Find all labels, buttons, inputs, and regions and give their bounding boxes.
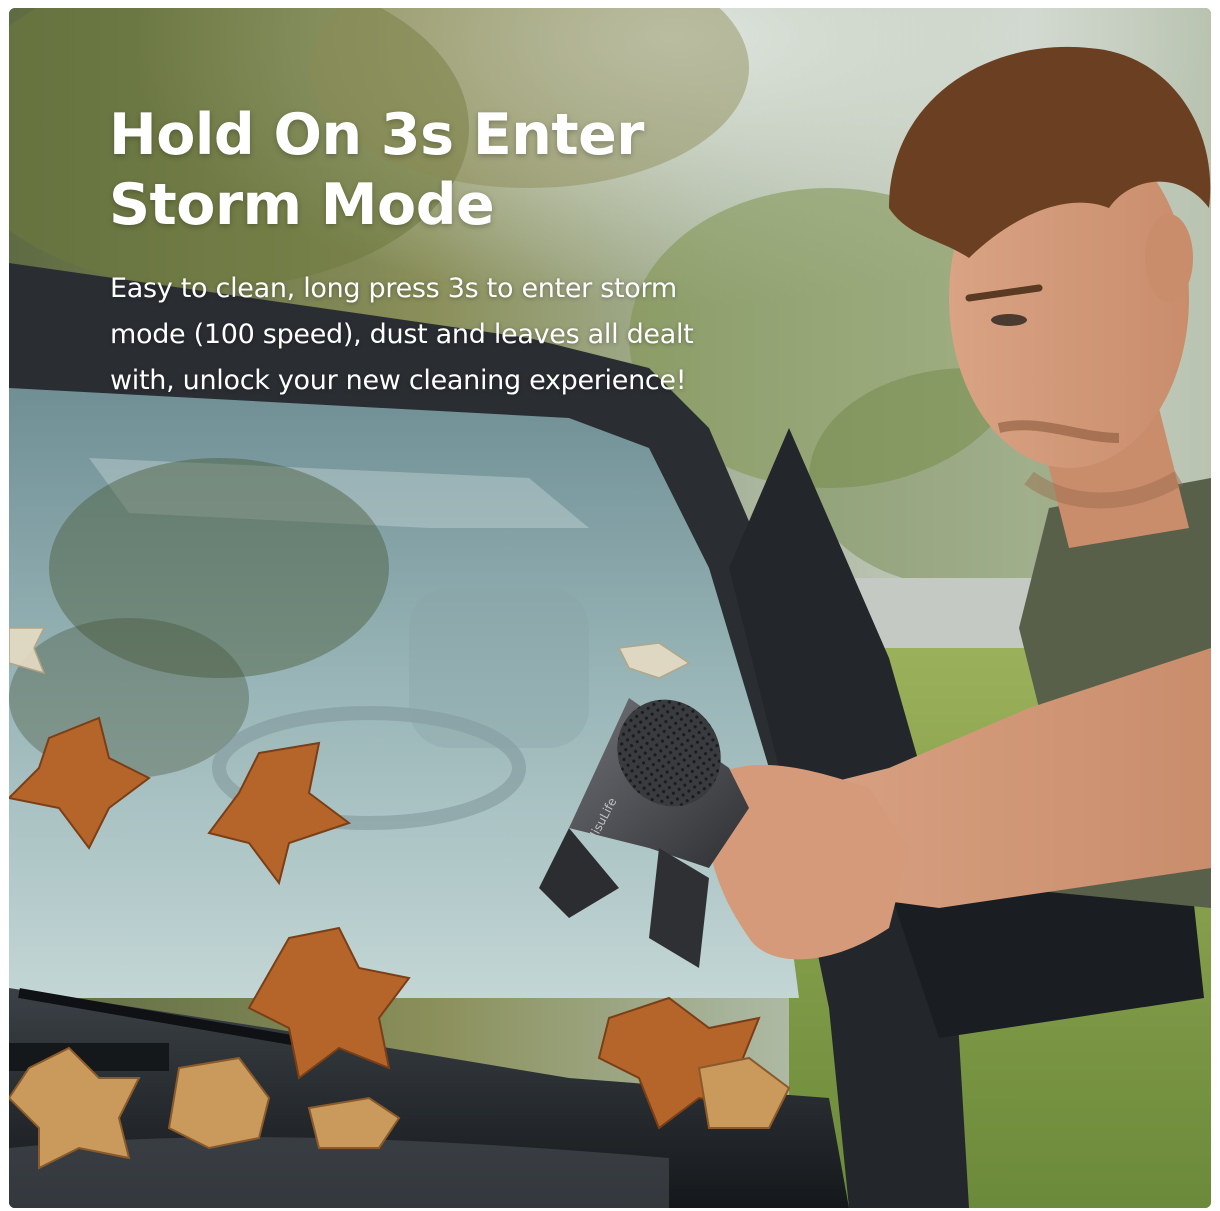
headline: Hold On 3s Enter Storm Mode [109,100,749,240]
body-line-3: with, unlock your new cleaning experienc… [110,365,687,396]
banner-image-frame: JisuLife Hold On 3s Enter Storm Mode Eas… [9,8,1211,1208]
body-line-1: Easy to clean, long press 3s to enter st… [110,273,677,304]
headline-line-2: Storm Mode [109,172,495,238]
body-copy: Easy to clean, long press 3s to enter st… [110,266,790,404]
headline-line-1: Hold On 3s Enter [109,102,644,168]
body-line-2: mode (100 speed), dust and leaves all de… [110,319,694,350]
